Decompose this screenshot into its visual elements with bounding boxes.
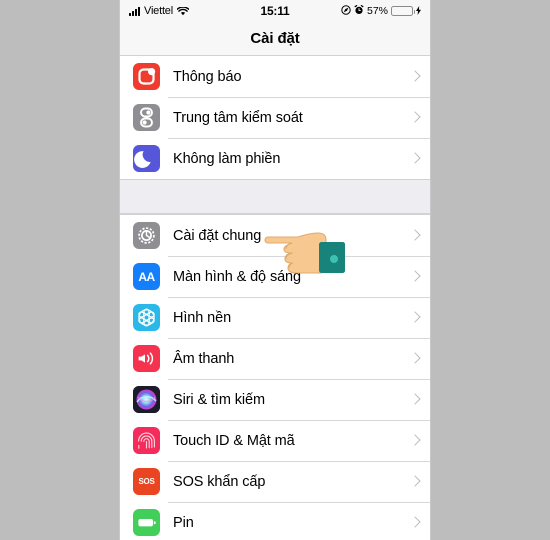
chevron-right-icon (411, 111, 419, 124)
chevron-right-icon (411, 311, 419, 324)
status-bar-right: 57% (290, 4, 421, 18)
sos-icon: SOS (133, 468, 160, 495)
carrier-name: Viettel (144, 5, 173, 17)
settings-row[interactable]: Siri & tìm kiếm (120, 379, 430, 420)
chevron-right-icon (411, 475, 419, 488)
settings-row[interactable]: Trung tâm kiểm soát (120, 97, 430, 138)
screenshot-canvas: Viettel 15:11 57% Cài đặt Thông báo Trun… (0, 0, 550, 540)
group-separator (120, 180, 430, 214)
group-general: Cài đặt chung AA Màn hình & độ sáng Hình nề… (120, 214, 430, 540)
settings-row-label: SOS khẩn cấp (173, 473, 266, 490)
phone-viewport: Viettel 15:11 57% Cài đặt Thông báo Trun… (120, 0, 430, 540)
sound-speaker-icon (133, 345, 160, 372)
settings-row[interactable]: Cài đặt chung (120, 215, 430, 256)
status-bar: Viettel 15:11 57% (120, 0, 430, 22)
settings-row-label: Trung tâm kiểm soát (173, 109, 303, 126)
settings-row[interactable]: Pin (120, 502, 430, 540)
chevron-right-icon (411, 152, 419, 165)
settings-row-label: Thông báo (173, 68, 242, 85)
battery-icon (391, 6, 415, 16)
location-services-icon (341, 4, 351, 18)
chevron-right-icon (411, 70, 419, 83)
page-title: Cài đặt (250, 30, 300, 47)
settings-row[interactable]: Hình nền (120, 297, 430, 338)
chevron-right-icon (411, 393, 419, 406)
battery-percentage: 57% (366, 5, 388, 17)
settings-row-label: Không làm phiền (173, 150, 281, 167)
wallpaper-icon (133, 304, 160, 331)
settings-list: Thông báo Trung tâm kiểm soát Không làm ph… (120, 56, 430, 540)
touch-id-fingerprint-icon (133, 427, 160, 454)
chevron-right-icon (411, 434, 419, 447)
settings-row[interactable]: Âm thanh (120, 338, 430, 379)
wifi-icon (176, 5, 190, 16)
siri-icon (133, 386, 160, 413)
settings-row[interactable]: AA Màn hình & độ sáng (120, 256, 430, 297)
lightning-bolt-icon (416, 5, 421, 17)
settings-row-label: Siri & tìm kiếm (173, 391, 265, 408)
chevron-right-icon (411, 270, 419, 283)
settings-row-label: Cài đặt chung (173, 227, 262, 244)
alarm-clock-icon (354, 4, 364, 18)
control-center-icon (133, 104, 160, 131)
status-bar-clock: 15:11 (260, 4, 290, 18)
group-notifications: Thông báo Trung tâm kiểm soát Không làm ph… (120, 56, 430, 180)
settings-row[interactable]: Không làm phiền (120, 138, 430, 179)
status-bar-left: Viettel (129, 5, 260, 17)
cellular-bars-icon (129, 6, 140, 16)
settings-row-label: Âm thanh (173, 350, 235, 367)
notifications-icon (133, 63, 160, 90)
navigation-bar: Cài đặt (120, 22, 430, 56)
settings-row-label: Touch ID & Mật mã (173, 432, 295, 449)
chevron-right-icon (411, 516, 419, 529)
general-gear-icon (133, 222, 160, 249)
settings-row[interactable]: SOS SOS khẩn cấp (120, 461, 430, 502)
battery-icon (133, 509, 160, 536)
settings-row-label: Hình nền (173, 309, 232, 326)
settings-row-label: Pin (173, 514, 194, 531)
chevron-right-icon (411, 352, 419, 365)
settings-row[interactable]: Touch ID & Mật mã (120, 420, 430, 461)
do-not-disturb-icon (133, 145, 160, 172)
settings-row[interactable]: Thông báo (120, 56, 430, 97)
display-brightness-icon: AA (133, 263, 160, 290)
chevron-right-icon (411, 229, 419, 242)
settings-row-label: Màn hình & độ sáng (173, 268, 301, 285)
